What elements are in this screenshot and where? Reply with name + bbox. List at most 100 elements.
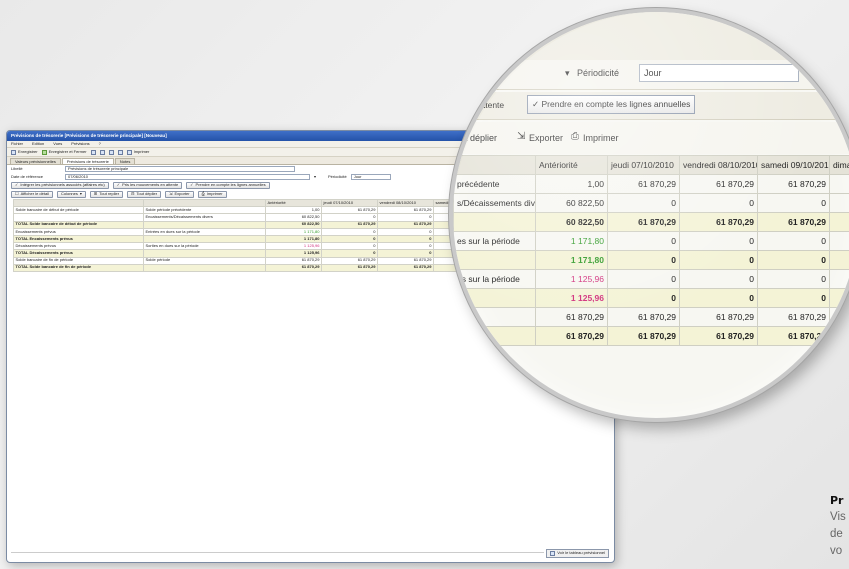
periodicity-select[interactable]: Jour: [350, 174, 391, 180]
zoom-export-button[interactable]: Exporter: [529, 133, 563, 143]
check-icon: ✓: [116, 182, 121, 188]
print-grid-button[interactable]: ⎙ Imprimer: [197, 191, 227, 198]
menu-vues[interactable]: Vues: [53, 141, 62, 146]
grid-cell: [13, 213, 144, 222]
expand-all-button[interactable]: ⊞ Tout replier: [89, 191, 124, 198]
grid-col-header: [13, 198, 144, 208]
zoom-col-header[interactable]: Antériorité: [535, 155, 608, 175]
caption-title: Pr: [830, 494, 844, 507]
zoom-actions-row: out déplier ⇲ Exporter ⎙ Imprimer: [453, 122, 849, 154]
grid-cell: 60 822,50: [265, 213, 322, 222]
zoom-grid-cell: [829, 269, 849, 289]
zoom-col-header[interactable]: samedi 09/10/2010: [757, 155, 830, 175]
zoom-grid-cell: 0: [607, 250, 680, 270]
menu-previsions[interactable]: Prévisions: [71, 141, 89, 146]
integrate-checkbox[interactable]: ✓ Intégrer les prévisionnels associés (a…: [11, 182, 109, 189]
zoom-grid-cell: 0: [757, 231, 830, 251]
zoom-col-header: [453, 155, 536, 175]
tab-notes[interactable]: Notes: [114, 158, 136, 164]
zoom-col-header[interactable]: dima: [829, 155, 849, 175]
name-field[interactable]: Prévisions de trésorerie principale: [65, 166, 295, 172]
zoom-annual-checkbox[interactable]: ✓ Prendre en compte les lignes annuelles: [527, 95, 696, 114]
columns-button[interactable]: Colonnes ▾: [56, 191, 86, 198]
zoom-periodicity-field[interactable]: Jour: [639, 64, 799, 82]
grid-cell: 0: [377, 227, 434, 236]
zoom-dropdown-arrow[interactable]: ▾: [565, 68, 570, 79]
save-close-button[interactable]: Enregistrer et Fermer: [41, 149, 87, 155]
paste-icon[interactable]: [99, 149, 105, 155]
include-annual-checkbox[interactable]: ✓ Prendre en compte les lignes annuelles: [186, 182, 270, 189]
save-button[interactable]: Enregistrer: [11, 149, 38, 155]
include-waiting-checkbox[interactable]: ✓ Pris les mouvements en attente: [112, 182, 183, 189]
grid-col-header[interactable]: jeudi 07/10/2010: [321, 198, 378, 208]
grid-cell: Solde bancaire de fin de période: [13, 256, 144, 265]
zoom-grid-cell: 0: [607, 288, 680, 308]
grid-cell: 1 171,80: [265, 227, 322, 236]
zoom-grid-cell: 0: [679, 250, 758, 270]
grid-cell: Encaissements prévus: [13, 227, 144, 236]
zoom-grid-cell: [829, 174, 849, 194]
copy-icon[interactable]: [90, 149, 96, 155]
zoom-collapse-button[interactable]: out déplier: [455, 133, 497, 143]
zoom-print-button[interactable]: Imprimer: [583, 133, 619, 143]
grid-cell: 0: [321, 234, 378, 244]
zoom-grid-cell: 0: [679, 288, 758, 308]
redo-icon[interactable]: [117, 149, 123, 155]
zoom-grid-row[interactable]: 61 870,29 61 870,29 61 870,29 61 870,29: [453, 326, 849, 346]
zoom-periodicity-row: ▾ Périodicité Jour: [453, 60, 849, 90]
zoom-col-header[interactable]: vendredi 08/10/2010: [679, 155, 758, 175]
grid-cell: 61 870,29: [265, 256, 322, 265]
zoom-grid-cell: 61 870,29: [607, 326, 680, 346]
grid-cell: 1 125,96: [265, 249, 322, 258]
grid-cell: TOTAL Solde bancaire de fin de période: [13, 263, 144, 272]
menu-fichier[interactable]: Fichier: [11, 141, 23, 146]
menu-edition[interactable]: Edition: [32, 141, 44, 146]
zoom-grid-row[interactable]: 1 125,96 0 0 0: [453, 288, 849, 308]
zoom-grid-row[interactable]: précédente 1,00 61 870,29 61 870,29 61 870,2…: [453, 174, 849, 194]
show-detail-button[interactable]: ☐ Afficher le détail: [11, 191, 53, 198]
zoom-grid-cell: 61 870,29: [607, 212, 680, 232]
zoom-grid-cell: s/Décaissements divers: [453, 193, 536, 213]
collapse-all-button[interactable]: ⊟ Tout déplier: [127, 191, 162, 198]
zoom-grid-cell: 0: [607, 193, 680, 213]
zoom-grid-row[interactable]: 60 822,50 61 870,29 61 870,29 61 870,29: [453, 212, 849, 232]
printer-icon: ⎙: [571, 131, 579, 142]
grid-cell: 1,00: [265, 206, 322, 215]
grid-cell: 61 870,29: [265, 263, 322, 272]
tab-valeurs-previsionnelles[interactable]: Valeurs prévisionnelles: [10, 158, 61, 164]
date-field[interactable]: 07/06/2010: [65, 174, 310, 180]
zoom-grid-cell: 61 870,29: [679, 174, 758, 194]
zoom-grid-row[interactable]: 61 870,29 61 870,29 61 870,29 61 870,29: [453, 307, 849, 327]
zoom-periodicity-label: Périodicité: [577, 68, 620, 78]
grid-cell: [143, 263, 266, 272]
zoom-grid-row[interactable]: es sur la période 1 171,80 0 0 0: [453, 231, 849, 251]
grid-cell: 0: [321, 213, 378, 222]
zoom-grid-row[interactable]: es sur la période 1 125,96 0 0 0: [453, 269, 849, 289]
caption: Pr Vis de vo: [830, 492, 849, 560]
zoom-grid-cell: 0: [679, 269, 758, 289]
zoom-col-header[interactable]: jeudi 07/10/2010: [607, 155, 680, 175]
tab-previsions-tresorerie[interactable]: Prévisions de trésorerie: [61, 158, 114, 164]
zoom-grid-cell: 0: [679, 231, 758, 251]
print-button[interactable]: Imprimer: [126, 149, 149, 155]
zoom-grid-cell: précédente: [453, 174, 536, 194]
zoom-grid-row[interactable]: s/Décaissements divers60 822,50000: [453, 193, 849, 213]
zoom-grid-row[interactable]: 1 171,80 0 0 0: [453, 250, 849, 270]
grid-cell: [143, 220, 266, 229]
calendar-icon[interactable]: ▾: [314, 174, 316, 180]
grid-col-header[interactable]: Antériorité: [265, 198, 322, 208]
view-forecast-table-button[interactable]: Voir le tableau prévisionnel: [546, 549, 609, 558]
zoom-grid-cell: 61 870,29: [757, 212, 830, 232]
zoom-grid-cell: [829, 212, 849, 232]
undo-icon[interactable]: [108, 149, 114, 155]
grid-cell: Sorties en dues sur la période: [143, 242, 266, 251]
grid-cell: 61 870,29: [377, 263, 434, 272]
zoom-grid-cell: [453, 307, 536, 327]
grid-col-header[interactable]: vendredi 08/10/2010: [377, 198, 434, 208]
menu-help[interactable]: ?: [99, 141, 101, 146]
zoom-grid-cell: 0: [607, 269, 680, 289]
zoom-options-row: es en attente ✓ Prendre en compte les li…: [453, 92, 849, 120]
horizontal-scrollbar[interactable]: [11, 552, 544, 557]
export-button[interactable]: ⇲ Exporter: [165, 191, 194, 198]
grid-cell: 61 870,29: [321, 256, 378, 265]
